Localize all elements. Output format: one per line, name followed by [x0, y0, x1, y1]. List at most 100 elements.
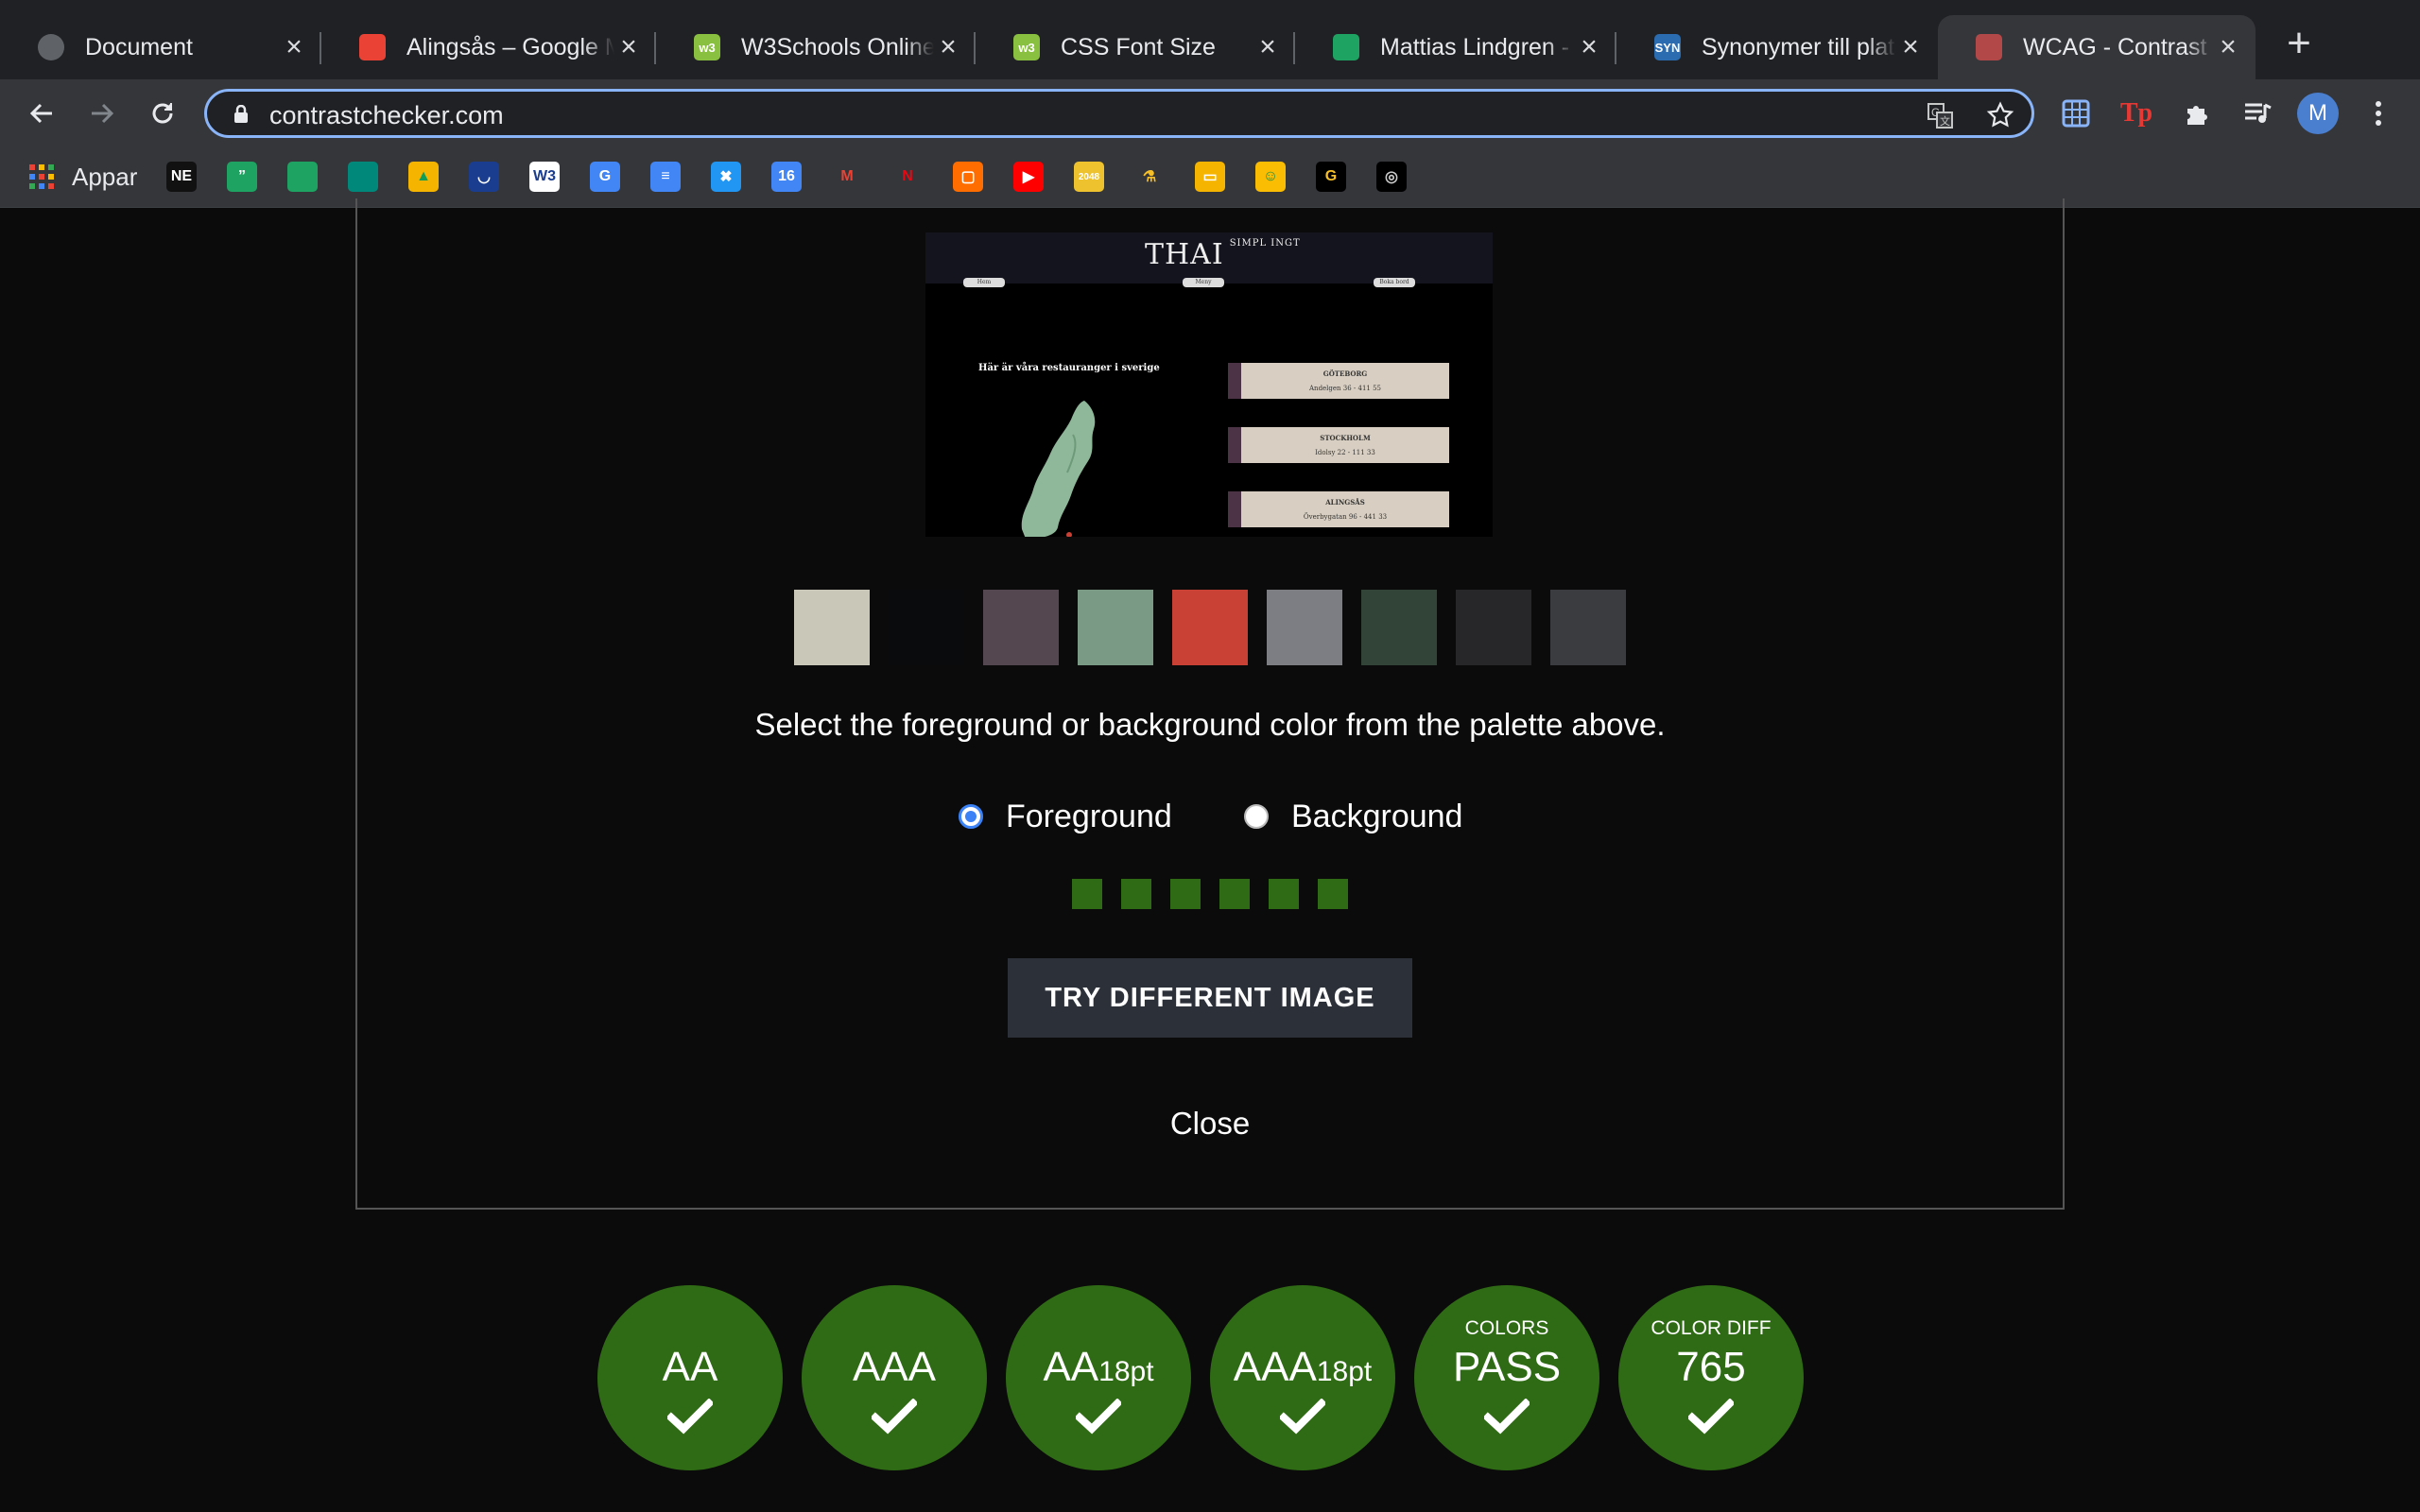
browser-menu-button[interactable]: [2358, 93, 2399, 134]
palette-swatch[interactable]: [1267, 590, 1342, 665]
tab-title: Mattias Lindgren - Chat: [1380, 33, 1575, 60]
badge-label: PASS: [1414, 1344, 1599, 1391]
palette-instruction: Select the foreground or background colo…: [754, 707, 1666, 742]
reload-button[interactable]: [142, 93, 183, 134]
url-text: contrastchecker.com: [269, 101, 504, 129]
close-tab-icon[interactable]: ×: [1575, 33, 1603, 61]
arrow-right-icon: [92, 103, 114, 124]
badge-label: AAA: [802, 1344, 987, 1391]
slides-bookmark-icon[interactable]: ▭: [1195, 162, 1225, 192]
badge-label: AA18pt: [1006, 1344, 1191, 1391]
address-bar[interactable]: contrastchecker.com G文: [204, 89, 2034, 138]
browser-tab[interactable]: Alingsås – Google Maps×: [321, 15, 656, 79]
browser-tab[interactable]: WCAG - Contrast Checker×: [1938, 15, 2256, 79]
palette-swatch[interactable]: [1456, 590, 1531, 665]
foreground-radio-option[interactable]: Foreground: [959, 794, 1172, 839]
close-tab-icon[interactable]: ×: [1253, 33, 1282, 61]
classroom-bookmark-icon[interactable]: ☺: [1255, 162, 1286, 192]
preview-heading: Här är våra restauranger i sverige: [978, 363, 1160, 373]
background-radio-option[interactable]: Background: [1244, 794, 1462, 839]
close-tab-icon[interactable]: ×: [614, 33, 643, 61]
speech-bookmark-icon[interactable]: ▢: [953, 162, 983, 192]
profile-avatar[interactable]: M: [2297, 93, 2339, 134]
preview-restaurant-card: ALINGSÅS Överbygatan 96 - 441 33: [1228, 491, 1449, 527]
uploaded-image-preview[interactable]: THAI SIMPL INGT Hem Meny Boka bord Här är…: [925, 232, 1493, 537]
new-tab-button[interactable]: +: [2278, 23, 2320, 66]
badge-main-text: AAA: [852, 1344, 937, 1390]
contrast-checker-icon: [1976, 34, 2002, 60]
badge-main-text: AA: [662, 1344, 718, 1390]
palette-swatch[interactable]: [1550, 590, 1626, 665]
translate-bookmark-icon[interactable]: G: [590, 162, 620, 192]
w3-bookmark-icon[interactable]: W3: [529, 162, 560, 192]
browser-tab[interactable]: w3 CSS Font Size ×: [976, 15, 1295, 79]
badge-sub-text: 18pt: [1098, 1356, 1154, 1387]
drive-bookmark-icon[interactable]: ▲: [408, 162, 439, 192]
chat-bookmark-icon[interactable]: [287, 162, 318, 192]
foreground-label[interactable]: Foreground: [1006, 799, 1172, 835]
checkmark-icon: [1280, 1399, 1325, 1435]
badge-main-text: PASS: [1452, 1344, 1562, 1390]
gmail-bookmark-icon[interactable]: M: [832, 162, 862, 192]
apps-grid-icon[interactable]: [26, 162, 57, 192]
playlist-icon: [2245, 103, 2272, 123]
palette-swatch[interactable]: [1361, 590, 1437, 665]
ne-bookmark-icon[interactable]: NE: [166, 162, 197, 192]
preview-nav-button: Hem: [963, 278, 1005, 287]
tp-extension-icon: Tp: [2119, 98, 2153, 128]
palette-swatch[interactable]: [1172, 590, 1248, 665]
forward-button[interactable]: [81, 93, 123, 134]
youtube-bookmark-icon[interactable]: ▶: [1013, 162, 1044, 192]
smile-bookmark-icon[interactable]: ◡: [469, 162, 499, 192]
tool-bookmark-icon[interactable]: ✖: [711, 162, 741, 192]
hangouts-bookmark-icon[interactable]: ”: [227, 162, 257, 192]
docs-bookmark-icon[interactable]: ≡: [650, 162, 681, 192]
2048-bookmark-icon[interactable]: 2048: [1074, 162, 1104, 192]
try-different-image-button[interactable]: TRY DIFFERENT IMAGE: [1008, 958, 1412, 1038]
palette-swatch[interactable]: [1078, 590, 1153, 665]
selected-color-dot: [1170, 879, 1201, 909]
close-tab-icon[interactable]: ×: [934, 33, 962, 61]
palette-swatch[interactable]: [983, 590, 1059, 665]
extension-grid-button[interactable]: [2055, 93, 2097, 134]
browser-tab[interactable]: SYN Synonymer till plats ×: [1616, 15, 1938, 79]
close-tab-icon[interactable]: ×: [1896, 33, 1925, 61]
background-radio[interactable]: [1244, 804, 1269, 829]
apps-bookmark-label[interactable]: Appar: [72, 163, 137, 192]
selected-color-dot: [1121, 879, 1151, 909]
browser-tab[interactable]: Document ×: [0, 15, 321, 79]
close-tab-icon[interactable]: ×: [2214, 33, 2242, 61]
foreground-radio[interactable]: [959, 804, 983, 829]
background-label[interactable]: Background: [1291, 799, 1462, 835]
badge-caption: COLORS: [1464, 1317, 1549, 1339]
page-content: THAI SIMPL INGT Hem Meny Boka bord Här är…: [0, 198, 2420, 1512]
netflix-bookmark-icon[interactable]: N: [892, 162, 923, 192]
close-modal-link[interactable]: Close: [1115, 1106, 1305, 1142]
calendar-bookmark-icon[interactable]: 16: [771, 162, 802, 192]
tp-extension-button[interactable]: Tp: [2116, 93, 2157, 134]
selected-color-dot: [1318, 879, 1348, 909]
bookmark-star-icon: [1986, 101, 2014, 128]
result-badge: AAA18pt: [1210, 1285, 1395, 1470]
preview-restaurant-card: STOCKHOLM Idolsy 22 - 111 33: [1228, 427, 1449, 463]
badge-label: AAA18pt: [1210, 1344, 1395, 1391]
browser-tab[interactable]: Mattias Lindgren - Chat×: [1295, 15, 1616, 79]
checkmark-icon: [872, 1399, 917, 1435]
browser-tab[interactable]: w3 W3Schools Online ×: [656, 15, 976, 79]
tab-title: CSS Font Size: [1061, 33, 1216, 60]
checkmark-icon: [1688, 1399, 1734, 1435]
extensions-button[interactable]: [2176, 93, 2218, 134]
preview-logo: THAI SIMPL INGT: [1145, 238, 1301, 271]
palette-swatch[interactable]: [889, 590, 964, 665]
result-badge: COLORS PASS: [1414, 1285, 1599, 1470]
meet-bookmark-icon[interactable]: [348, 162, 378, 192]
circle-bookmark-icon[interactable]: ◎: [1376, 162, 1407, 192]
close-tab-icon[interactable]: ×: [280, 33, 308, 61]
reload-icon: [152, 103, 173, 124]
back-button[interactable]: [21, 93, 62, 134]
g-bookmark-icon[interactable]: G: [1316, 162, 1346, 192]
media-control-button[interactable]: [2237, 93, 2278, 134]
palette-swatch[interactable]: [794, 590, 870, 665]
tab-title: Synonymer till plats: [1702, 33, 1896, 60]
flask-bookmark-icon[interactable]: ⚗: [1134, 162, 1165, 192]
